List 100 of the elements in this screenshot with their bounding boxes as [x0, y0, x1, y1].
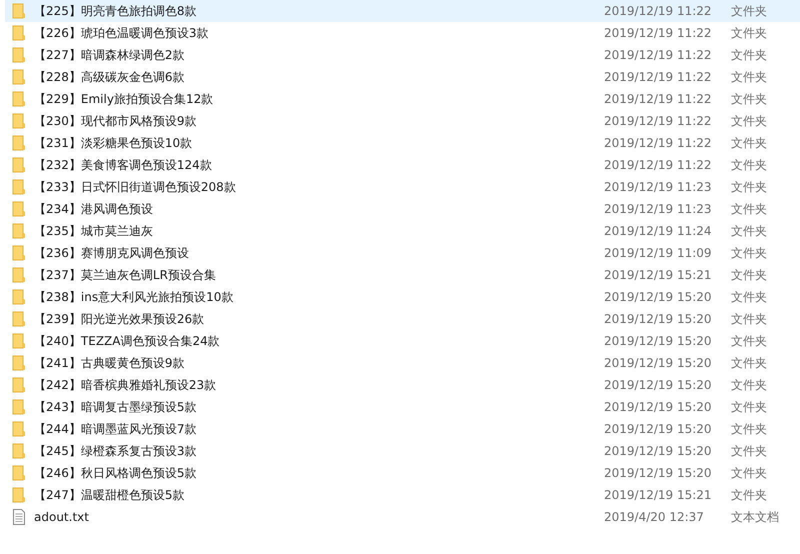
file-name: 【241】古典暖黄色预设9款: [34, 354, 186, 372]
file-name: 【237】莫兰迪灰色调LR预设合集: [34, 266, 217, 284]
folder-icon: [12, 399, 26, 415]
file-name: 【233】日式怀旧街道调色预设208款: [34, 178, 237, 196]
modified-date: 2019/12/19 11:22: [604, 48, 713, 62]
modified-date: 2019/12/19 11:24: [604, 224, 713, 238]
folder-icon: [12, 179, 26, 195]
folder-icon: [12, 289, 26, 305]
file-row[interactable]: 【230】现代都市风格预设9款 2019/12/19 11:22 文件夹: [5, 110, 800, 132]
folder-icon: [12, 135, 26, 151]
file-name: 【235】城市莫兰迪灰: [34, 222, 154, 240]
file-row[interactable]: 【234】港风调色预设 2019/12/19 11:23 文件夹: [5, 198, 800, 220]
file-name: 【236】赛博朋克风调色预设: [34, 244, 190, 262]
modified-date: 2019/12/19 15:20: [604, 444, 713, 458]
modified-date: 2019/12/19 11:22: [604, 26, 713, 40]
file-name: 【231】淡彩糖果色预设10款: [34, 134, 194, 152]
file-type: 文件夹: [731, 112, 767, 130]
file-row[interactable]: 【228】高级碳灰金色调6款 2019/12/19 11:22 文件夹: [5, 66, 800, 88]
file-row[interactable]: 【237】莫兰迪灰色调LR预设合集 2019/12/19 15:21 文件夹: [5, 264, 800, 286]
folder-icon: [12, 487, 26, 503]
modified-date: 2019/12/19 11:23: [604, 180, 713, 194]
file-type: 文件夹: [731, 310, 767, 328]
file-row[interactable]: 【236】赛博朋克风调色预设 2019/12/19 11:09 文件夹: [5, 242, 800, 264]
file-row[interactable]: 【247】温暖甜橙色预设5款 2019/12/19 15:21 文件夹: [5, 484, 800, 506]
file-type: 文件夹: [731, 464, 767, 482]
folder-icon: [12, 223, 26, 239]
file-row[interactable]: 【233】日式怀旧街道调色预设208款 2019/12/19 11:23 文件夹: [5, 176, 800, 198]
file-row[interactable]: 【240】TEZZA调色预设合集24款 2019/12/19 15:20 文件夹: [5, 330, 800, 352]
file-type: 文件夹: [731, 222, 767, 240]
modified-date: 2019/12/19 11:23: [604, 202, 713, 216]
modified-date: 2019/12/19 15:20: [604, 466, 713, 480]
file-row[interactable]: 【226】琥珀色温暖调色预设3款 2019/12/19 11:22 文件夹: [5, 22, 800, 44]
modified-date: 2019/12/19 11:22: [604, 92, 713, 106]
file-name: 【245】绿橙森系复古预设3款: [34, 442, 198, 460]
file-type: 文件夹: [731, 288, 767, 306]
file-row[interactable]: 【227】暗调森林绿调色2款 2019/12/19 11:22 文件夹: [5, 44, 800, 66]
file-type: 文件夹: [731, 68, 767, 86]
modified-date: 2019/12/19 11:22: [604, 136, 713, 150]
folder-icon: [12, 3, 26, 19]
file-row[interactable]: 【242】暗香槟典雅婚礼预设23款 2019/12/19 15:20 文件夹: [5, 374, 800, 396]
modified-date: 2019/12/19 15:20: [604, 290, 713, 304]
file-type: 文件夹: [731, 200, 767, 218]
folder-icon: [12, 113, 26, 129]
file-name: 【226】琥珀色温暖调色预设3款: [34, 24, 210, 42]
modified-date: 2019/12/19 11:22: [604, 4, 713, 18]
file-name: 【247】温暖甜橙色预设5款: [34, 486, 186, 504]
file-type: 文件夹: [731, 244, 767, 262]
file-row[interactable]: 【243】暗调复古墨绿预设5款 2019/12/19 15:20 文件夹: [5, 396, 800, 418]
folder-icon: [12, 311, 26, 327]
file-name: 【234】港风调色预设: [34, 200, 154, 218]
file-row[interactable]: 【235】城市莫兰迪灰 2019/12/19 11:24 文件夹: [5, 220, 800, 242]
modified-date: 2019/12/19 11:22: [604, 70, 713, 84]
file-row[interactable]: 【239】阳光逆光效果预设26款 2019/12/19 15:20 文件夹: [5, 308, 800, 330]
folder-icon: [12, 465, 26, 481]
modified-date: 2019/12/19 15:20: [604, 422, 713, 436]
file-type: 文件夹: [731, 24, 767, 42]
file-row[interactable]: 【241】古典暖黄色预设9款 2019/12/19 15:20 文件夹: [5, 352, 800, 374]
folder-icon: [12, 47, 26, 63]
file-type: 文件夹: [731, 420, 767, 438]
file-name: 【232】美食博客调色预设124款: [34, 156, 213, 174]
folder-icon: [12, 267, 26, 283]
file-type: 文件夹: [731, 376, 767, 394]
file-type: 文件夹: [731, 442, 767, 460]
file-row[interactable]: adout.txt 2019/4/20 12:37 文本文档: [5, 506, 800, 528]
folder-icon: [12, 91, 26, 107]
file-name: adout.txt: [34, 510, 90, 524]
modified-date: 2019/12/19 11:22: [604, 158, 713, 172]
file-row[interactable]: 【244】暗调墨蓝风光预设7款 2019/12/19 15:20 文件夹: [5, 418, 800, 440]
file-row[interactable]: 【229】Emily旅拍预设合集12款 2019/12/19 11:22 文件夹: [5, 88, 800, 110]
file-row[interactable]: 【246】秋日风格调色预设5款 2019/12/19 15:20 文件夹: [5, 462, 800, 484]
file-name: 【244】暗调墨蓝风光预设7款: [34, 420, 198, 438]
folder-icon: [12, 245, 26, 261]
folder-icon: [12, 201, 26, 217]
file-name: 【229】Emily旅拍预设合集12款: [34, 90, 214, 108]
modified-date: 2019/12/19 15:20: [604, 378, 713, 392]
file-type: 文件夹: [731, 398, 767, 416]
file-name: 【246】秋日风格调色预设5款: [34, 464, 198, 482]
file-type: 文件夹: [731, 90, 767, 108]
file-type: 文件夹: [731, 156, 767, 174]
document-icon: [12, 509, 26, 525]
file-name: 【225】明亮青色旅拍调色8款: [34, 2, 198, 20]
file-name: 【239】阳光逆光效果预设26款: [34, 310, 206, 328]
file-type: 文件夹: [731, 46, 767, 64]
file-row[interactable]: 【225】明亮青色旅拍调色8款 2019/12/19 11:22 文件夹: [5, 0, 800, 22]
file-row[interactable]: 【238】ins意大利风光旅拍预设10款 2019/12/19 15:20 文件夹: [5, 286, 800, 308]
folder-icon: [12, 355, 26, 371]
file-type: 文件夹: [731, 266, 767, 284]
file-name: 【230】现代都市风格预设9款: [34, 112, 198, 130]
file-type: 文件夹: [731, 2, 767, 20]
modified-date: 2019/12/19 15:20: [604, 312, 713, 326]
modified-date: 2019/12/19 15:20: [604, 334, 713, 348]
file-row[interactable]: 【245】绿橙森系复古预设3款 2019/12/19 15:20 文件夹: [5, 440, 800, 462]
file-row[interactable]: 【231】淡彩糖果色预设10款 2019/12/19 11:22 文件夹: [5, 132, 800, 154]
file-type: 文件夹: [731, 134, 767, 152]
folder-icon: [12, 25, 26, 41]
file-row[interactable]: 【232】美食博客调色预设124款 2019/12/19 11:22 文件夹: [5, 154, 800, 176]
file-type: 文本文档: [731, 508, 779, 526]
file-name: 【238】ins意大利风光旅拍预设10款: [34, 288, 234, 306]
folder-icon: [12, 69, 26, 85]
file-type: 文件夹: [731, 486, 767, 504]
